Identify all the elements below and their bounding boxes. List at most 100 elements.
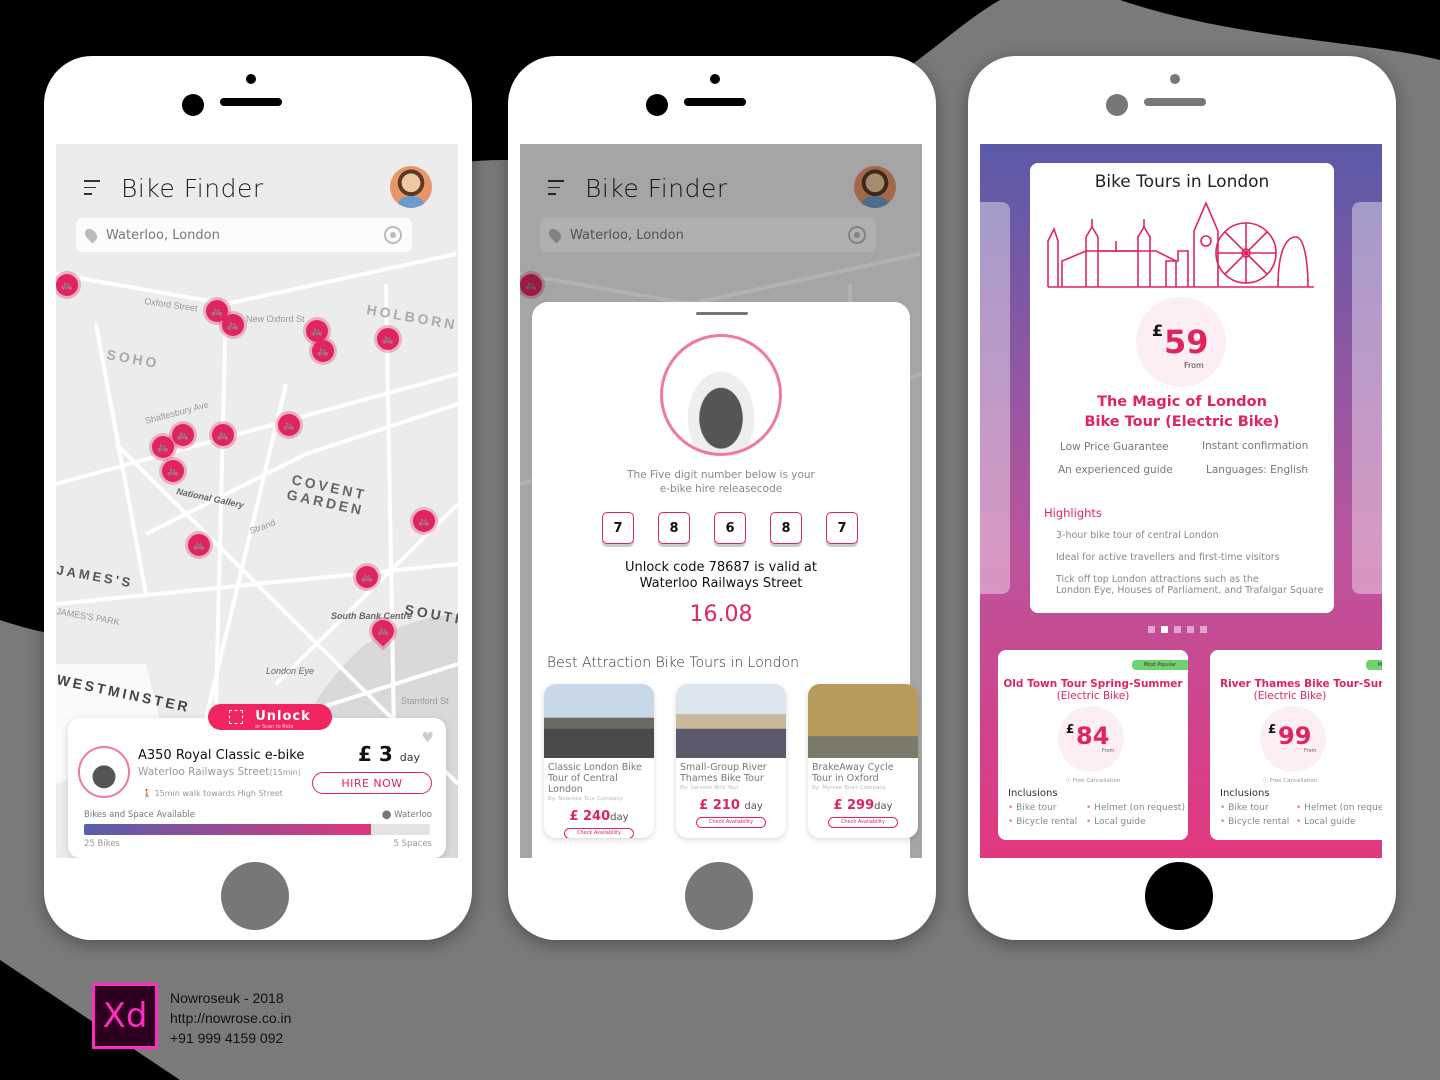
release-text-line2: e-bike hire releasecode [659,483,783,495]
tour-card[interactable]: Classic London Bike Tour of Central Lond… [544,684,654,838]
tour-package-card[interactable]: Most Popular Old Town Tour Spring-Summer… [998,650,1188,840]
tour-company: By: Sarvesh Bick Tour [680,785,739,791]
favorite-heart-icon[interactable]: ♥ [421,730,434,746]
tour-price: £ 299day [808,798,918,813]
next-card-peek[interactable] [1352,202,1382,594]
credits-website[interactable]: http://nowrose.co.in [170,1008,291,1028]
avatar[interactable] [390,166,432,208]
london-skyline-illustration [1047,201,1314,288]
inclusions-label: Inclusions [1008,788,1058,799]
home-button[interactable] [221,862,289,930]
bike-station-marker[interactable]: 🚲 [377,328,399,350]
bike-card: Unlock or Scan to Ride ♥ A350 Royal Class… [68,704,446,858]
unlock-label: Unlock [255,708,311,724]
bike-station-marker[interactable]: 🚲 [188,534,210,556]
highlights-label: Highlights [1044,506,1102,520]
app-title: Bike Finder [121,174,264,203]
release-text-line1: The Five digit number below is your [627,469,815,481]
tour-price-value: £ 299 [833,798,875,813]
bike-station-marker[interactable]: 🚲 [278,414,300,436]
svg-text:Stamford St: Stamford St [401,696,449,706]
feature: Languages: English [1206,464,1309,476]
tour-card[interactable]: Small-Group River Thames Bike Tour By: S… [676,684,786,838]
phone-unlock-code: Bike Finder Waterloo, London 🚲 The Five … [508,56,936,940]
tour-price-unit: day [744,801,763,812]
credits-text: Nowroseuk - 2018 http://nowrose.co.in +9… [170,988,291,1048]
home-button[interactable] [1145,862,1213,930]
bike-station-marker[interactable]: 🚲 [162,460,184,482]
bike-station-marker[interactable]: 🚲 [152,436,174,458]
tour-name: The Magic of London Bike Tour (Electric B… [1030,392,1334,432]
search-input[interactable]: Waterloo, London [76,218,412,252]
bikes-count: 25 Bikes [84,839,120,849]
home-button[interactable] [685,862,753,930]
walk-icon: 🚶 [142,789,152,798]
inclusion-item: Helmet (on request) [1296,803,1382,813]
tour-name-line2: Bike Tour (Electric Bike) [1084,414,1280,430]
spaces-count: 5 Spaces [393,839,432,849]
highlight-item: Tick off top London attractions such as … [1056,574,1259,585]
carousel-dot[interactable] [1200,626,1207,633]
carousel-dot[interactable] [1187,626,1194,633]
highlight-item: Ideal for active travellers and first-ti… [1056,552,1280,563]
tour-package-card[interactable]: Most Popular River Thames Bike Tour-Summ… [1210,650,1382,840]
price-unit: day [399,751,420,764]
free-cancellation: ⓘ Free Cancellation [1065,778,1121,784]
code-digit: 8 [658,512,690,544]
bike-station-marker[interactable]: 🚲 [222,314,244,336]
menu-icon[interactable] [84,180,100,200]
speaker [220,98,282,106]
bike-station-marker[interactable]: 🚲 [413,510,435,532]
bike-station-marker[interactable]: 🚲 [56,274,78,296]
tour-price-unit: day [874,801,893,812]
code-digit: 6 [714,512,746,544]
check-availability-button[interactable]: Check Availability [828,817,898,828]
inclusion-item: Bicycle rental [1220,817,1289,827]
bike-station-marker[interactable]: 🚲 [356,566,378,588]
tour-image [544,684,654,758]
carousel-dot[interactable] [1161,626,1168,633]
price-value: 59 [1164,323,1209,361]
highlight-item: London Eye, Houses of Parliament, and Tr… [1056,585,1324,596]
card-title: Bike Tours in London [1094,172,1270,192]
from-label: From [1102,748,1115,754]
carousel-dot[interactable] [1174,626,1181,633]
tour-company: By: Myrose Tours Company [812,785,887,791]
inclusion-item: Bike tour [1220,803,1268,813]
check-availability-button[interactable]: Check Availability [696,817,766,828]
pin-icon: ⬤ [381,810,392,820]
carousel-dots [1148,626,1207,633]
svg-text:London Eye: London Eye [266,666,314,676]
locate-me-icon[interactable] [384,226,402,244]
credits-phone: +91 999 4159 092 [170,1030,284,1046]
tour-price-value: £ 210 [699,798,740,813]
code-digit: 7 [826,512,858,544]
currency: £ [1066,722,1075,736]
bike-station-marker[interactable]: 🚲 [306,320,328,342]
unlock-sub: or Scan to Ride [255,723,294,730]
bike-price: £ 3 day [358,742,420,766]
svg-text:South Bank Centre: South Bank Centre [331,611,412,621]
tour-card[interactable]: BrakeAway Cycle Tour in Oxford By: Myros… [808,684,918,838]
bike-name: A350 Royal Classic e-bike [138,748,305,763]
inclusion-item: Bicycle rental [1008,817,1077,827]
featured-tour-card[interactable]: Bike Tours in London £ 59 From The Magic… [1030,163,1334,613]
availability-bar-fill [84,824,372,835]
price-value: 99 [1278,722,1312,750]
scooter-image [660,334,782,456]
most-popular-badge: Most Popular [1366,660,1382,670]
sheet-drag-handle[interactable] [696,312,748,315]
bike-station-marker[interactable]: 🚲 [172,424,194,446]
price-value: £ 3 [358,742,393,766]
hire-now-button[interactable]: HIRE NOW [312,772,432,794]
price-circle: £ 84 From [1058,706,1124,772]
phone-bike-finder: Oxford Street New Oxford St HOLBORN SOHO… [44,56,472,940]
bike-station-marker[interactable]: 🚲 [212,424,234,446]
unlock-button[interactable]: Unlock or Scan to Ride [208,704,332,730]
prev-card-peek[interactable] [980,202,1010,594]
check-availability-button[interactable]: Check Availability [564,828,634,838]
screen-unlock: Bike Finder Waterloo, London 🚲 The Five … [520,144,922,858]
bike-station-marker[interactable]: 🚲 [312,340,334,362]
carousel-dot[interactable] [1148,626,1155,633]
tour-image [808,684,918,758]
